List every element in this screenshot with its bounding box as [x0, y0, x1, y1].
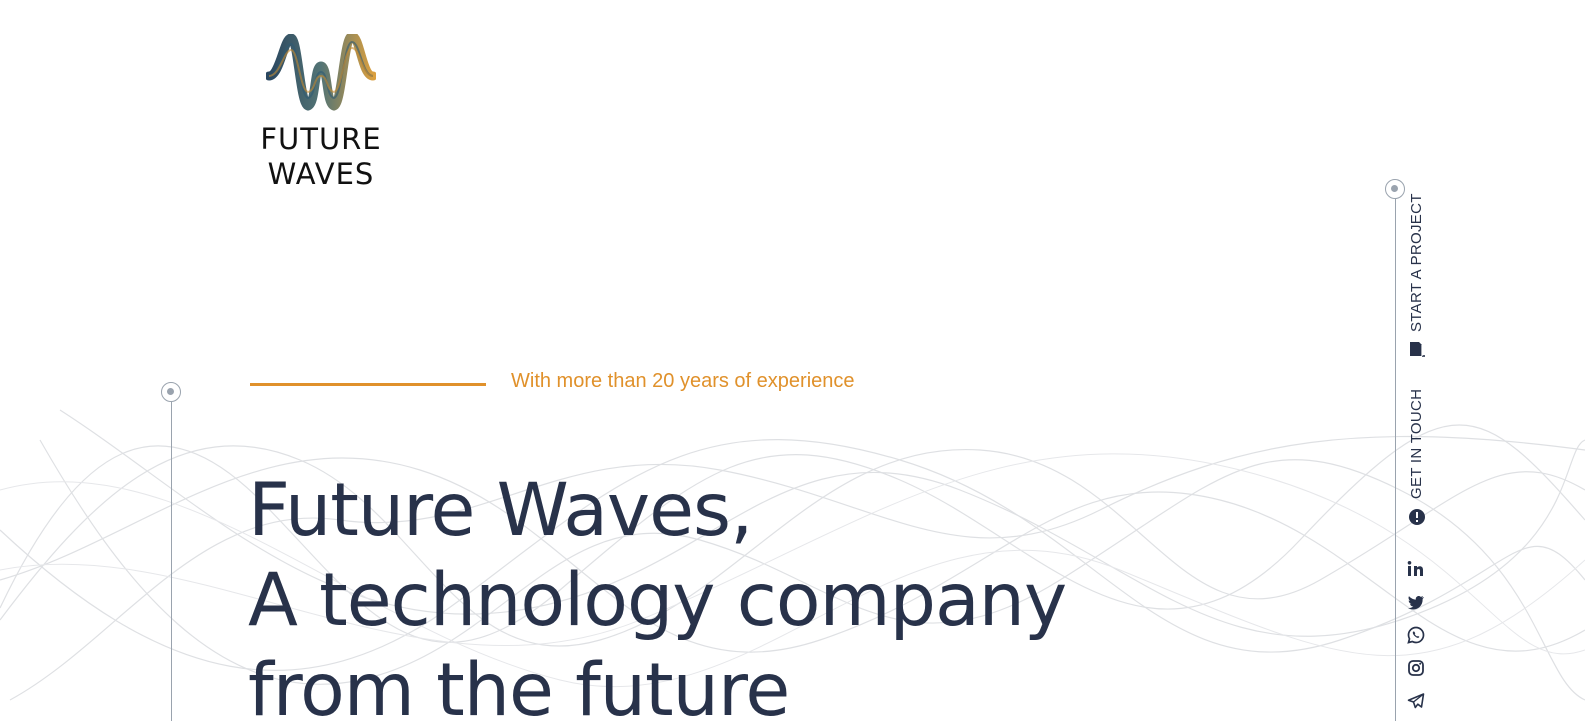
twitter-link[interactable] — [1406, 592, 1426, 612]
hero-title-line2: A technology company — [248, 558, 1067, 643]
tagline-row: With more than 20 years of experience — [250, 366, 855, 396]
page: FUTURE WAVES With more than 20 years of … — [0, 0, 1585, 721]
linkedin-icon — [1407, 561, 1423, 576]
get-in-touch-link[interactable]: GET IN TOUCH — [1402, 388, 1432, 530]
left-rail-line — [171, 402, 172, 721]
left-rail-node — [161, 382, 181, 402]
twitter-icon — [1408, 595, 1424, 610]
start-project-link[interactable]: START A PROJECT — [1402, 193, 1432, 360]
left-timeline-rail — [160, 380, 184, 721]
chat-bubble-icon — [1409, 509, 1425, 525]
logo-wave-icon — [266, 34, 376, 111]
hero-tagline: With more than 20 years of experience — [511, 369, 855, 392]
right-side-nav: START A PROJECT GET IN TOUCH — [1384, 178, 1444, 721]
start-project-label: START A PROJECT — [1408, 193, 1425, 332]
hero-title: Future Waves, A technology company from … — [248, 466, 1067, 721]
right-rail-line — [1395, 199, 1396, 721]
get-in-touch-label: GET IN TOUCH — [1408, 388, 1425, 499]
whatsapp-icon — [1407, 626, 1425, 644]
hero-title-line1: Future Waves, — [248, 468, 753, 553]
logo-text-line2: WAVES — [267, 157, 375, 191]
hero-title-line3: from the future — [248, 648, 790, 721]
logo-link[interactable]: FUTURE WAVES — [246, 34, 396, 191]
right-rail-node — [1385, 179, 1405, 199]
logo-text-line1: FUTURE — [260, 122, 382, 156]
whatsapp-link[interactable] — [1406, 625, 1426, 645]
instagram-link[interactable] — [1406, 658, 1426, 678]
linkedin-link[interactable] — [1406, 559, 1426, 579]
tagline-accent-bar — [250, 382, 486, 386]
book-icon — [1410, 342, 1425, 357]
instagram-icon — [1408, 660, 1424, 676]
telegram-icon — [1407, 693, 1425, 709]
telegram-link[interactable] — [1406, 691, 1426, 711]
